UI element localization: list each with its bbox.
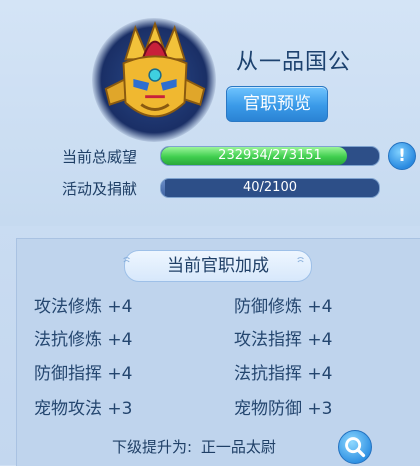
bonus-item: 攻法修炼 +4 (34, 297, 133, 317)
bonus-item: 防御修炼 +4 (234, 297, 333, 317)
prestige-value: 232934/273151 (218, 148, 322, 163)
bonus-item: 攻法指挥 +4 (234, 330, 333, 350)
next-rank-label: 下级提升为: (112, 438, 193, 456)
donation-label: 活动及捐献 (62, 180, 138, 198)
donation-progress-bar: 40/2100 (160, 178, 380, 198)
donation-value: 40/2100 (242, 180, 297, 195)
bonus-item: 防御指挥 +4 (34, 364, 133, 384)
bonus-item: 法抗指挥 +4 (234, 364, 333, 384)
rank-preview-button[interactable]: 官职预览 (226, 86, 328, 122)
prestige-progress-bar: 232934/273151 (160, 146, 380, 166)
bonus-header-text: 当前官职加成 (167, 256, 269, 276)
bonus-item: 宠物攻法 +3 (34, 399, 133, 419)
search-icon[interactable] (338, 430, 372, 464)
golden-helmet-emblem-icon (104, 21, 206, 118)
next-rank-text: 下级提升为: 正一品太尉 (112, 436, 276, 457)
next-rank-name: 正一品太尉 (200, 438, 276, 456)
bonus-item: 宠物防御 +3 (234, 399, 333, 419)
bonus-item: 法抗修炼 +4 (34, 330, 133, 350)
prestige-label: 当前总威望 (62, 148, 138, 166)
bonus-section-header: ꩰ 当前官职加成 ꩰ (124, 250, 312, 282)
info-icon[interactable]: ! (388, 142, 416, 170)
rank-title: 从一品国公 (236, 50, 352, 75)
